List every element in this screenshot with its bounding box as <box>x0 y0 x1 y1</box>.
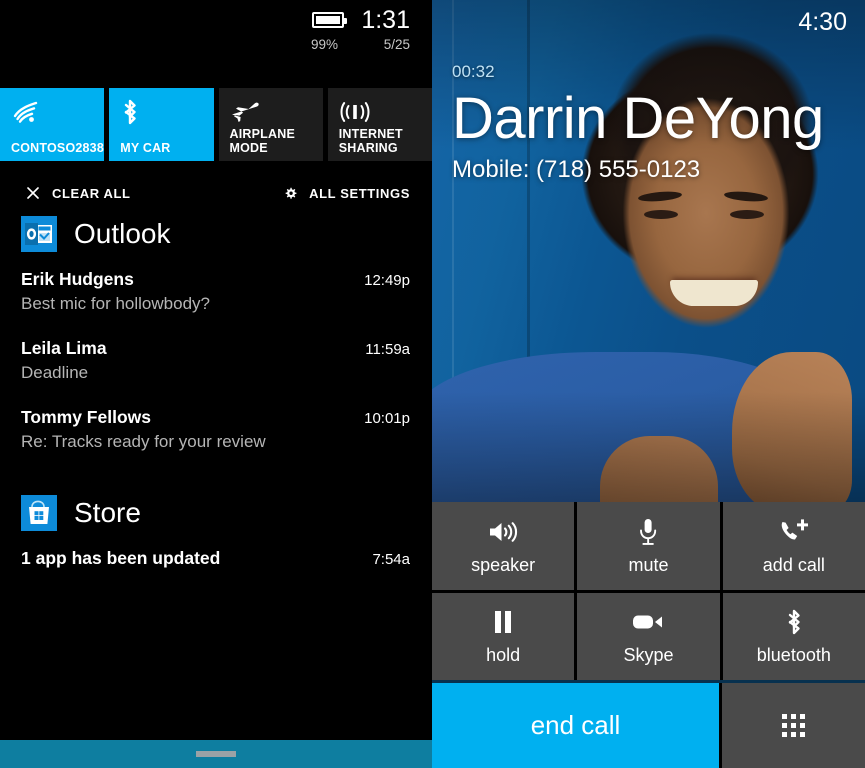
quick-actions-row: CONTOSO2838 MY CAR AIRPLANE MODE INTERNE… <box>0 88 432 161</box>
dual-phone-screenshot: 1:31 99% 5/25 CONTOSO2838 MY CAR AIRPLAN… <box>0 0 865 768</box>
hold-label: hold <box>486 645 521 666</box>
add-call-icon <box>777 517 811 547</box>
internet-sharing-icon <box>339 97 421 127</box>
action-center-toolbar: CLEAR ALL ALL SETTINGS <box>0 178 432 208</box>
notification-item[interactable]: Tommy Fellows 10:01p Re: Tracks ready fo… <box>0 406 432 453</box>
skype-label: Skype <box>623 645 674 666</box>
video-camera-icon <box>630 607 666 637</box>
keypad-icon <box>782 714 805 737</box>
action-center-panel: 1:31 99% 5/25 CONTOSO2838 MY CAR AIRPLAN… <box>0 0 432 768</box>
hold-button[interactable]: hold <box>432 592 575 680</box>
quick-action-wifi-label: CONTOSO2838 <box>11 141 104 155</box>
end-call-label: end call <box>530 710 621 740</box>
in-call-panel: 4:30 00:32 Darrin DeYong Mobile: (718) 5… <box>432 0 865 768</box>
airplane-icon <box>230 97 312 127</box>
clear-all-button[interactable]: CLEAR ALL <box>26 186 131 201</box>
store-icon <box>21 495 57 531</box>
status-date: 5/25 <box>383 37 410 52</box>
nav-handle[interactable] <box>196 751 236 757</box>
bluetooth-label: bluetooth <box>756 645 831 666</box>
caller-number: Mobile: (718) 555-0123 <box>452 156 701 183</box>
notification-group-name: Store <box>74 497 141 528</box>
status-clock: 1:31 <box>361 6 410 34</box>
quick-action-wifi[interactable]: CONTOSO2838 <box>0 88 105 161</box>
status-bar-primary-row: 1:31 <box>0 5 410 35</box>
bluetooth-icon <box>784 607 804 637</box>
notification-body: Deadline <box>21 363 89 382</box>
notification-item[interactable]: Erik Hudgens 12:49p Best mic for hollowb… <box>0 268 432 315</box>
add-call-label: add call <box>762 554 825 575</box>
battery-icon <box>312 12 347 28</box>
quick-action-airplane-mode[interactable]: AIRPLANE MODE <box>218 88 323 161</box>
notification-item[interactable]: Leila Lima 11:59a Deadline <box>0 337 432 384</box>
close-icon <box>26 187 40 199</box>
keypad-button[interactable] <box>722 683 865 768</box>
notification-time: 7:54a <box>372 551 410 568</box>
call-info: 00:32 Darrin DeYong Mobile: (718) 555-01… <box>452 62 857 186</box>
notification-title: Leila Lima <box>21 338 107 358</box>
notification-group-header-store[interactable]: Store <box>0 495 432 531</box>
call-bottom-bar: end call <box>432 683 865 768</box>
all-settings-button[interactable]: ALL SETTINGS <box>283 186 410 201</box>
clear-all-label: CLEAR ALL <box>52 185 131 201</box>
call-status-clock: 4:30 <box>798 8 847 36</box>
caller-name: Darrin DeYong <box>452 86 824 151</box>
speaker-icon <box>486 517 520 547</box>
notification-title: Erik Hudgens <box>21 269 134 289</box>
quick-action-bluetooth[interactable]: MY CAR <box>109 88 214 161</box>
notification-time: 12:49p <box>364 272 410 289</box>
end-call-button[interactable]: end call <box>432 683 719 768</box>
bluetooth-button[interactable]: bluetooth <box>722 592 865 680</box>
notification-time: 11:59a <box>365 341 410 358</box>
microphone-icon <box>637 517 659 547</box>
all-settings-label: ALL SETTINGS <box>309 185 410 201</box>
notification-title: Tommy Fellows <box>21 407 151 427</box>
pause-icon <box>491 607 515 637</box>
notification-title: 1 app has been updated <box>21 548 221 568</box>
call-status-bar: 4:30 <box>798 0 847 44</box>
mute-label: mute <box>628 554 669 575</box>
add-call-button[interactable]: add call <box>722 502 865 590</box>
skype-button[interactable]: Skype <box>577 592 720 680</box>
outlook-icon <box>21 216 57 252</box>
notification-item[interactable]: 1 app has been updated 7:54a <box>0 547 432 571</box>
bluetooth-icon <box>120 97 202 127</box>
notification-group-name: Outlook <box>74 218 171 249</box>
gear-icon <box>283 187 297 200</box>
speaker-label: speaker <box>471 554 536 575</box>
status-bar-secondary-row: 99% 5/25 <box>0 37 410 52</box>
notification-time: 10:01p <box>364 410 410 427</box>
battery-percent: 99% <box>310 37 338 52</box>
call-duration: 00:32 <box>452 62 495 81</box>
quick-action-bluetooth-label: MY CAR <box>120 141 171 155</box>
speaker-button[interactable]: speaker <box>432 502 575 590</box>
notification-body: Re: Tracks ready for your review <box>21 432 266 451</box>
quick-action-internet-sharing-label: INTERNET SHARING <box>338 127 403 155</box>
quick-action-airplane-mode-label: AIRPLANE MODE <box>229 127 295 155</box>
status-bar: 1:31 99% 5/25 <box>0 0 432 60</box>
quick-action-internet-sharing[interactable]: INTERNET SHARING <box>327 88 432 161</box>
notification-body: Best mic for hollowbody? <box>21 294 210 313</box>
call-controls-grid: speaker mute add call hold Skype bluetoo… <box>432 502 865 680</box>
wifi-icon <box>11 97 93 127</box>
notification-group-header-outlook[interactable]: Outlook <box>0 216 432 252</box>
mute-button[interactable]: mute <box>577 502 720 590</box>
navigation-bar[interactable] <box>0 740 432 768</box>
notifications-list: Outlook Erik Hudgens 12:49p Best mic for… <box>0 216 432 593</box>
